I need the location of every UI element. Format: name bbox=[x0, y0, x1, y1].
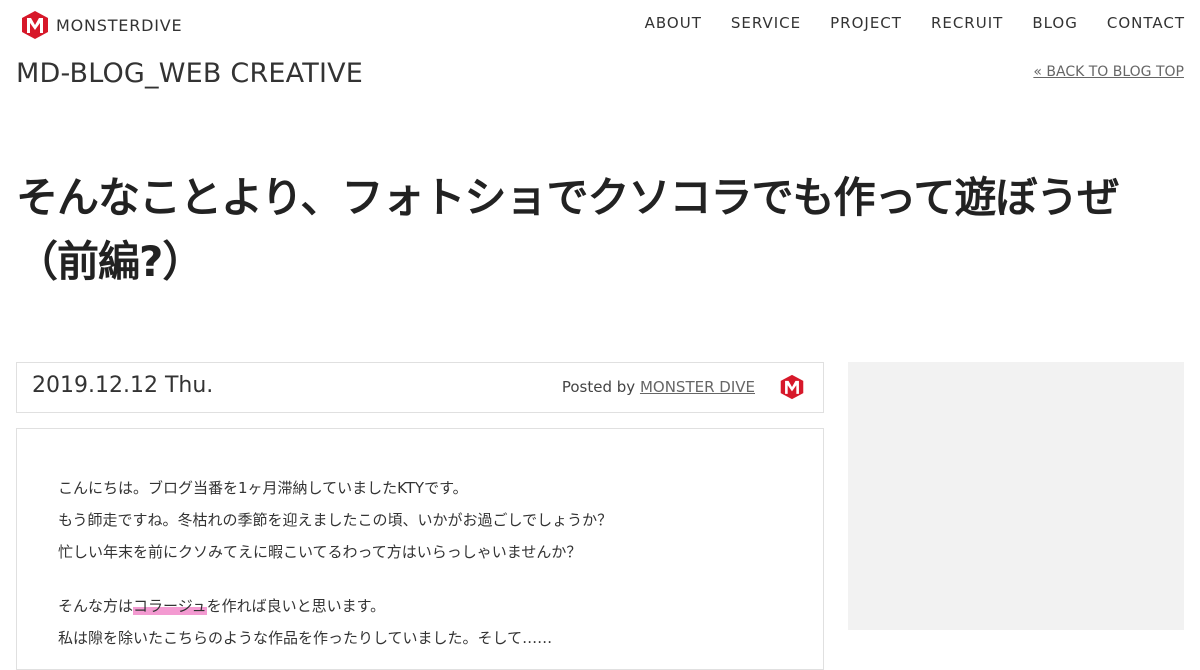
paragraph: 忙しい年末を前にクソみてえに暇こいてるわって方はいらっしゃいませんか？ bbox=[58, 543, 582, 561]
monsterdive-m-avatar-icon[interactable] bbox=[779, 374, 805, 400]
main-nav: ABOUT SERVICE PROJECT RECRUIT BLOG CONTA… bbox=[616, 14, 1185, 32]
nav-project[interactable]: PROJECT bbox=[830, 14, 902, 32]
sidebar bbox=[848, 362, 1184, 630]
article-meta-bar: 2019.12.12 Thu. Posted by MONSTER DIVE bbox=[16, 362, 824, 413]
site-header: MONSTERDIVE ABOUT SERVICE PROJECT RECRUI… bbox=[0, 0, 1200, 52]
logo-text: MONSTERDIVE bbox=[56, 15, 183, 35]
nav-contact[interactable]: CONTACT bbox=[1107, 14, 1185, 32]
paragraph: こんにちは。ブログ当番を1ヶ月滞納していましたKTYです。 bbox=[58, 479, 468, 497]
back-to-blog-top-link[interactable]: « BACK TO BLOG TOP bbox=[1033, 64, 1184, 80]
site-logo[interactable]: MONSTERDIVE bbox=[20, 9, 182, 41]
article-body: こんにちは。ブログ当番を1ヶ月滞納していましたKTYです。 もう師走ですね。冬枯… bbox=[16, 428, 824, 670]
paragraph-text: そんな方は bbox=[58, 597, 134, 615]
paragraph: 私は隙を除いたこちらのような作品を作ったりしていました。そして…… bbox=[58, 629, 553, 647]
nav-service[interactable]: SERVICE bbox=[731, 14, 801, 32]
posted-by-label: Posted by bbox=[561, 378, 636, 396]
monsterdive-m-logo-icon bbox=[22, 11, 48, 39]
article-title: そんなことより、フォトショでクソコラでも作って遊ぼうぜ（前編?） bbox=[16, 173, 1119, 286]
highlighted-term: コラージュ bbox=[133, 597, 207, 615]
nav-blog[interactable]: BLOG bbox=[1032, 14, 1078, 32]
paragraph: そんな方はコラージュを作れば良いと思います。 bbox=[58, 595, 385, 616]
nav-recruit[interactable]: RECRUIT bbox=[931, 14, 1003, 32]
author-link[interactable]: MONSTER DIVE bbox=[640, 378, 755, 396]
blog-category-title: MD-BLOG_WEB CREATIVE bbox=[16, 58, 364, 89]
paragraph-text: を作れば良いと思います。 bbox=[206, 597, 386, 615]
posted-by: Posted by MONSTER DIVE bbox=[562, 378, 755, 396]
paragraph: もう師走ですね。冬枯れの季節を迎えましたこの頃、いかがお過ごしでしょうか？ bbox=[58, 511, 613, 529]
nav-about[interactable]: ABOUT bbox=[645, 14, 702, 32]
post-date: 2019.12.12 Thu. bbox=[32, 373, 214, 398]
